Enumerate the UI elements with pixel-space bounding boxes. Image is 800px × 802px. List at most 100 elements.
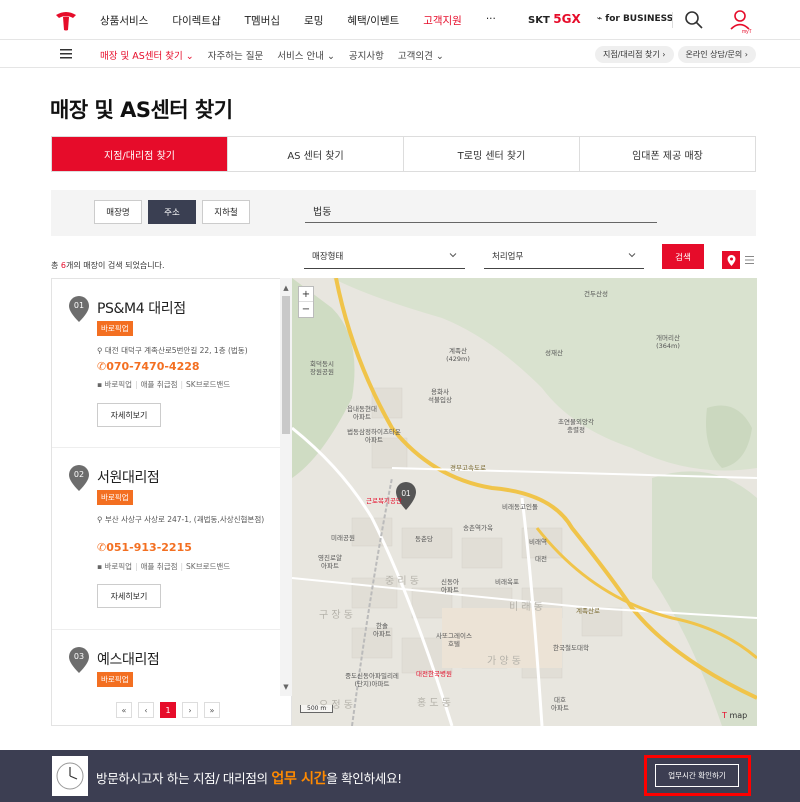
search-type-subway[interactable]: 지하철 (202, 200, 250, 224)
list-icon (744, 256, 754, 264)
store-name[interactable]: PS&M4 대리점 (97, 298, 186, 318)
scroll-down-icon[interactable]: ▼ (281, 683, 291, 693)
store-list: 01 PS&M4 대리점 바로픽업 ⚲ 대전 대덕구 계족산로5번안길 22, … (51, 278, 292, 726)
search-button[interactable]: 검색 (662, 244, 704, 269)
lnb-menu: 매장 및 AS센터 찾기 ⌄ 자주하는 질문 서비스 안내 ⌄ 공지사항 고객의… (100, 48, 458, 62)
store-marker-label: 01 (402, 489, 411, 498)
for-business-link[interactable]: ⌁ for BUSINESS (597, 14, 673, 24)
gnb-item-directshop[interactable]: 다이렉트샵 (172, 13, 220, 28)
lnb-item-notice[interactable]: 공지사항 (349, 48, 384, 62)
quick-link-online-consult[interactable]: 온라인 상담/문의 › (677, 46, 756, 63)
map-label: 비래옥포 (495, 577, 519, 586)
map-label: 영진로얄 아파트 (318, 553, 342, 570)
map-canvas[interactable]: 01 건두산성 계족산 (429m) 개머리산 (364m) 성재산 용화사 석불입상… (292, 278, 757, 726)
skt-5gx-link[interactable]: SKT 5GX (528, 12, 581, 26)
status-badge: 바로픽업 (97, 490, 133, 505)
scrollbar-thumb[interactable] (282, 296, 290, 434)
tworld-logo-icon[interactable] (54, 8, 78, 32)
map-label: 근로복지공단 (366, 496, 402, 505)
search-type-buttons: 매장명 주소 지하철 (94, 200, 250, 224)
store-type-tabs: 지점/대리점 찾기 AS 센터 찾기 T로밍 센터 찾기 임대폰 제공 매장 (51, 136, 756, 172)
district-label: 구 장 동 (319, 609, 353, 621)
tab-roaming-center[interactable]: T로밍 센터 찾기 (404, 137, 580, 171)
store-name[interactable]: 예스대리점 (97, 649, 160, 669)
search-type-address[interactable]: 주소 (148, 200, 196, 224)
search-icon[interactable] (684, 10, 704, 30)
lnb-item-feedback[interactable]: 고객의견 ⌄ (398, 48, 444, 62)
store-type-select[interactable]: 매장형태 (304, 250, 465, 269)
phone-icon: ✆ (97, 541, 107, 554)
gnb-item-products[interactable]: 상품서비스 (100, 13, 148, 28)
lnb-item-store-finder[interactable]: 매장 및 AS센터 찾기 ⌄ (100, 48, 194, 62)
store-phone[interactable]: ✆070-7470-4228 (97, 360, 200, 373)
map-label: 회덕동시 장원공원 (310, 359, 334, 376)
map-label: 계족산로 (576, 606, 600, 615)
check-business-hours-button[interactable]: 업무시간 확인하기 (655, 764, 739, 787)
service-select[interactable]: 처리업무 (484, 250, 644, 269)
store-name[interactable]: 서원대리점 (97, 467, 160, 487)
prev-page-button[interactable]: ‹ (138, 702, 154, 718)
map-label: 한국철도대학 (553, 643, 589, 652)
map-zoom-control: + − (298, 286, 314, 318)
map-label: 신동아 아파트 (441, 577, 459, 594)
map-label: 건두산성 (584, 289, 608, 298)
zoom-out-button[interactable]: − (299, 302, 313, 317)
gnb-item-membership[interactable]: T멤버십 (245, 13, 280, 28)
store-map[interactable]: 01 건두산성 계족산 (429m) 개머리산 (364m) 성재산 용화사 석불입상… (292, 278, 757, 726)
scroll-up-icon[interactable]: ▲ (281, 284, 291, 294)
detail-button[interactable]: 자세히보기 (97, 584, 161, 608)
gnb-item-support[interactable]: 고객지원 (423, 13, 462, 28)
global-nav: 상품서비스 다이렉트샵 T멤버십 로밍 혜택/이벤트 고객지원 ··· SKT … (0, 0, 800, 40)
gnb-more-button[interactable]: ··· (486, 13, 496, 28)
gnb-item-roaming[interactable]: 로밍 (304, 13, 323, 28)
lnb-item-service-guide[interactable]: 서비스 안내 ⌄ (277, 48, 335, 62)
tab-rental-phone[interactable]: 임대폰 제공 매장 (580, 137, 755, 171)
pagination: « ‹ 1 › » (116, 702, 220, 718)
tab-branch-finder[interactable]: 지점/대리점 찾기 (52, 137, 228, 171)
next-page-button[interactable]: › (182, 702, 198, 718)
store-address: ⚲ 부산 사상구 사상로 247-1, (괘법동,사상신협본점) (97, 515, 265, 524)
store-item[interactable]: 01 PS&M4 대리점 바로픽업 ⚲ 대전 대덕구 계족산로5번안길 22, … (52, 279, 280, 448)
store-phone[interactable]: ✆051-913-2215 (97, 541, 192, 554)
search-input[interactable]: 법동 (305, 201, 657, 223)
banner-text: 방문하시고자 하는 지점/ 대리점의 업무 시간을 확인하세요! (96, 771, 402, 787)
detail-button[interactable]: 자세히보기 (97, 403, 161, 427)
store-number-pin-icon: 02 (69, 465, 89, 491)
hamburger-menu-icon[interactable] (60, 49, 72, 59)
local-nav: 매장 및 AS센터 찾기 ⌄ 자주하는 질문 서비스 안내 ⌄ 공지사항 고객의… (0, 40, 800, 68)
page-1-button[interactable]: 1 (160, 702, 176, 718)
my-account-icon[interactable]: myT (728, 8, 752, 34)
search-type-store-name[interactable]: 매장명 (94, 200, 142, 224)
status-badge: 바로픽업 (97, 321, 133, 336)
district-label: 비 래 동 (509, 601, 543, 613)
first-page-button[interactable]: « (116, 702, 132, 718)
map-label: 동춘당 (415, 534, 433, 543)
5gx-text: 5GX (553, 12, 581, 26)
map-label: 비래동고인돌 (502, 502, 538, 511)
map-label: 개머리산 (364m) (656, 333, 680, 350)
zoom-in-button[interactable]: + (299, 287, 313, 302)
banner-highlight: 업무 시간 (271, 771, 327, 787)
district-label: 홍 도 동 (417, 696, 451, 709)
last-page-button[interactable]: » (204, 702, 220, 718)
list-view-toggle[interactable] (742, 251, 756, 269)
page-title: 매장 및 AS센터 찾기 (50, 98, 233, 122)
tmap-logo-icon: T (722, 711, 727, 720)
tab-as-center[interactable]: AS 센터 찾기 (228, 137, 404, 171)
search-box: 매장명 주소 지하철 법동 (51, 190, 756, 236)
quick-link-branch-finder[interactable]: 지점/대리점 찾기 › (595, 46, 674, 63)
map-label: 계족산 (429m) (446, 346, 470, 363)
gnb-item-events[interactable]: 혜택/이벤트 (347, 13, 399, 28)
tmap-logo: T map (722, 711, 748, 720)
store-item[interactable]: 02 서원대리점 바로픽업 ⚲ 부산 사상구 사상로 247-1, (괘법동,사… (52, 448, 280, 630)
map-scale: 500 m (300, 705, 334, 713)
map-view-toggle[interactable] (722, 251, 740, 269)
clock-icon (52, 756, 88, 796)
map-label: 성재산 (545, 348, 563, 357)
location-pin-icon: ⚲ (97, 346, 105, 355)
status-badge: 바로픽업 (97, 672, 133, 687)
lnb-item-faq[interactable]: 자주하는 질문 (208, 48, 263, 62)
map-label: 대전 (535, 554, 547, 563)
chevron-down-icon (449, 253, 457, 258)
map-label: 용화사 석불입상 (428, 387, 452, 404)
